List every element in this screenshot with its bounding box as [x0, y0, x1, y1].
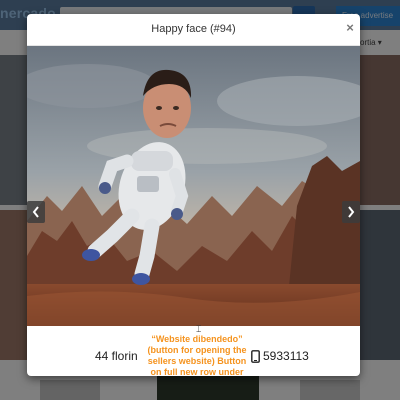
product-image	[27, 46, 360, 326]
price-label: 44 florin	[95, 349, 138, 363]
chevron-left-icon[interactable]	[27, 201, 45, 223]
product-photo	[27, 46, 360, 326]
phone-text: 5933113	[263, 349, 309, 363]
website-button-note: “Website dibendedo” (button for opening …	[147, 334, 247, 376]
modal-header: Happy face (#94) ×	[27, 14, 360, 46]
modal-footer: 44 florin “Website dibendedo” (button fo…	[27, 326, 360, 376]
modal-title: Happy face (#94)	[151, 23, 236, 35]
mobile-phone-icon	[251, 349, 260, 363]
text-cursor-icon: ⌶	[196, 324, 202, 334]
phone-number[interactable]: 5933113	[251, 349, 309, 363]
close-icon[interactable]: ×	[343, 21, 357, 35]
product-modal: Happy face (#94) × 44 florin “Website di…	[27, 14, 360, 376]
chevron-right-icon[interactable]	[342, 201, 360, 223]
